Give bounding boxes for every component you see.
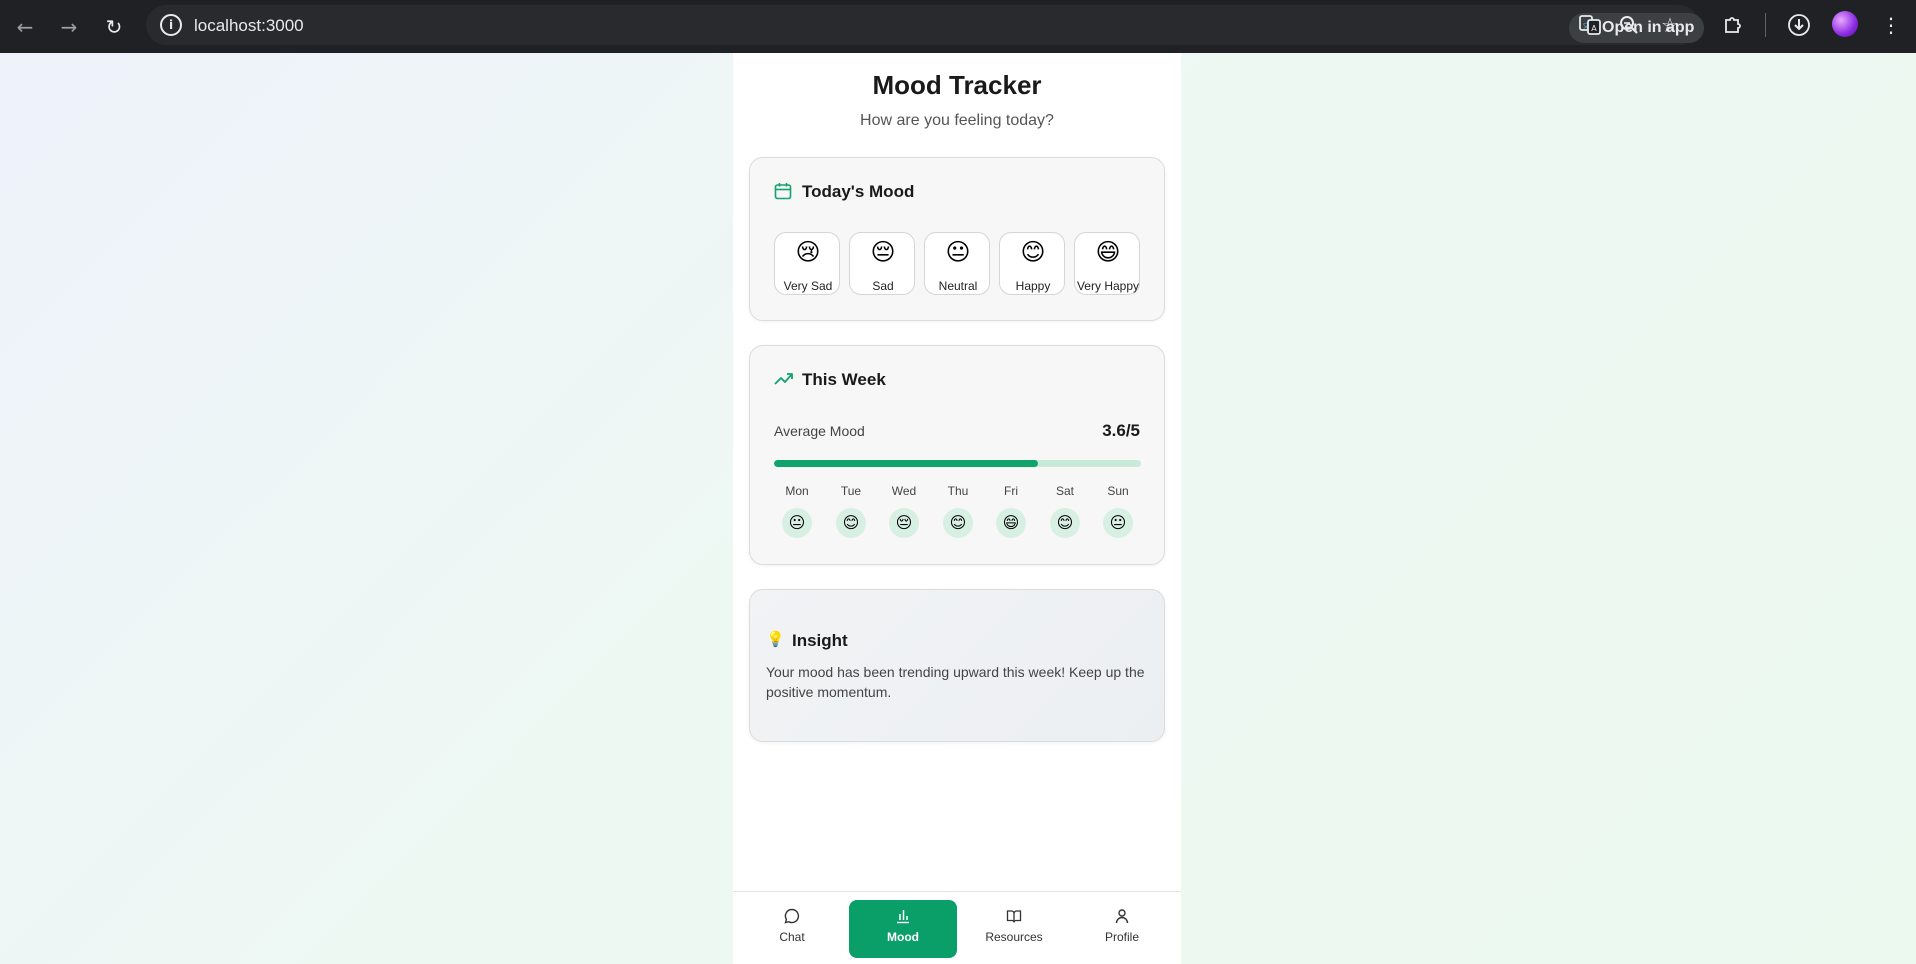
address-bar[interactable]: i localhost:3000 ⚛ Open in app: [146, 5, 1704, 45]
day-mon: Mon 😐: [775, 484, 819, 538]
day-label: Wed: [891, 484, 917, 498]
mood-option-happy[interactable]: 😊 Happy: [999, 232, 1065, 295]
day-mood-emoji-icon: 😊: [943, 508, 973, 538]
average-mood-progress: [774, 460, 1141, 467]
svg-text:A: A: [1591, 24, 1597, 33]
very-sad-emoji-icon: 😢: [795, 238, 821, 266]
more-icon[interactable]: ⋮: [1876, 10, 1906, 40]
sad-emoji-icon: 😔: [870, 238, 896, 266]
day-mood-emoji-icon: 😊: [1050, 508, 1080, 538]
day-sun: Sun 😐: [1096, 484, 1140, 538]
day-mood-emoji-icon: 😔: [889, 508, 919, 538]
day-thu: Thu 😊: [936, 484, 980, 538]
info-icon[interactable]: i: [160, 14, 182, 36]
calendar-icon: [774, 183, 792, 200]
day-fri: Fri 😄: [989, 484, 1033, 538]
insight-text: Your mood has been trending upward this …: [766, 664, 1145, 700]
download-icon[interactable]: [1784, 10, 1814, 40]
day-label: Tue: [840, 484, 862, 498]
book-icon: [1006, 910, 1022, 923]
browser-toolbar: ← → ↻ i localhost:3000 ⚛ Open in app A ☆…: [0, 0, 1916, 53]
todays-mood-title: Today's Mood: [802, 182, 915, 201]
trending-up-icon: [774, 373, 793, 385]
day-mood-emoji-icon: 😐: [1103, 508, 1133, 538]
mood-option-label: Neutral: [938, 279, 978, 293]
day-mood-emoji-icon: 😄: [996, 508, 1026, 538]
day-mood-emoji-icon: 😊: [836, 508, 866, 538]
page-subtitle: How are you feeling today?: [860, 112, 1054, 129]
mood-option-sad[interactable]: 😔 Sad: [849, 232, 915, 295]
day-label: Sat: [1055, 484, 1074, 498]
nav-resources[interactable]: Resources: [963, 900, 1065, 958]
insight-title: Insight: [792, 631, 848, 650]
day-mood-emoji-icon: 😐: [782, 508, 812, 538]
chat-icon: [784, 908, 800, 924]
average-mood-progress-fill: [774, 460, 1039, 467]
profile-avatar[interactable]: [1832, 11, 1858, 37]
very-happy-emoji-icon: 😄: [1095, 238, 1121, 266]
forward-icon[interactable]: →: [52, 10, 86, 44]
extensions-icon[interactable]: [1718, 10, 1748, 40]
day-label: Sun: [1107, 484, 1129, 498]
nav-label: Mood: [887, 930, 919, 944]
mood-option-label: Happy: [1015, 279, 1051, 293]
day-tue: Tue 😊: [829, 484, 873, 538]
this-week-title: This Week: [802, 370, 886, 389]
nav-chat[interactable]: Chat: [741, 900, 843, 958]
url-text[interactable]: localhost:3000: [194, 16, 304, 36]
mood-option-label: Very Sad: [783, 279, 833, 293]
average-mood-label: Average Mood: [774, 423, 865, 439]
star-icon[interactable]: ☆: [1655, 10, 1685, 40]
average-mood-value: 3.6/5: [1102, 421, 1140, 440]
day-label: Mon: [785, 484, 809, 498]
page-title: Mood Tracker: [872, 70, 1042, 100]
user-icon: [1115, 909, 1129, 924]
nav-label: Resources: [985, 930, 1043, 944]
reload-icon[interactable]: ↻: [97, 10, 131, 44]
mood-option-very-happy[interactable]: 😄 Very Happy: [1074, 232, 1140, 295]
bar-chart-icon: [897, 910, 909, 924]
mood-tracker-app: Mood Tracker How are you feeling today? …: [733, 53, 1181, 964]
mood-option-very-sad[interactable]: 😢 Very Sad: [774, 232, 840, 295]
zoom-icon[interactable]: [1614, 10, 1644, 40]
day-label: Thu: [947, 484, 969, 498]
todays-mood-card: Today's Mood 😢 Very Sad 😔 Sad 😐 Neutral …: [749, 157, 1165, 321]
this-week-card: This Week Average Mood 3.6/5 Mon 😐 Tue 😊…: [749, 345, 1165, 565]
day-wed: Wed 😔: [882, 484, 926, 538]
mood-option-label: Sad: [872, 279, 894, 293]
neutral-emoji-icon: 😐: [945, 238, 971, 266]
mood-option-label: Very Happy: [1076, 279, 1140, 293]
back-icon[interactable]: ←: [8, 10, 42, 44]
day-sat: Sat 😊: [1043, 484, 1087, 538]
happy-emoji-icon: 😊: [1020, 238, 1046, 266]
toolbar-divider: [1765, 13, 1766, 37]
nav-mood[interactable]: Mood: [849, 900, 957, 958]
day-label: Fri: [1004, 484, 1018, 498]
bottom-navigation: Chat Mood Resources Profile: [733, 891, 1181, 964]
lightbulb-icon: 💡: [766, 630, 785, 648]
mood-option-neutral[interactable]: 😐 Neutral: [924, 232, 990, 295]
insight-card: 💡 Insight Your mood has been trending up…: [749, 589, 1165, 742]
translate-icon[interactable]: A: [1575, 10, 1605, 40]
nav-label: Profile: [1104, 930, 1139, 944]
nav-profile[interactable]: Profile: [1071, 900, 1173, 958]
nav-label: Chat: [779, 930, 805, 944]
